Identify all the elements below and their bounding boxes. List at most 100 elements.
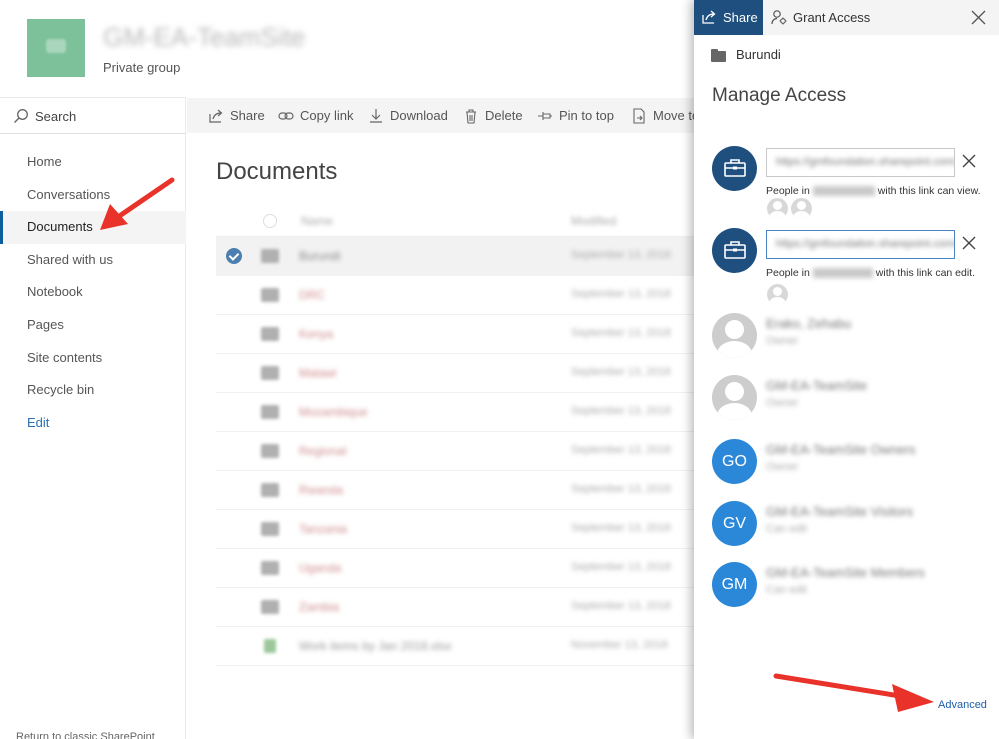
- row-name[interactable]: Malawi: [299, 366, 336, 380]
- table-row[interactable]: Malawi September 13, 2018: [216, 354, 694, 393]
- folder-icon: [261, 249, 279, 263]
- folder-icon: [261, 561, 279, 575]
- nav-item-notebook[interactable]: Notebook: [0, 276, 186, 309]
- table-row[interactable]: DRC September 13, 2018: [216, 276, 694, 315]
- row-name[interactable]: Zambia: [299, 600, 339, 614]
- list-header: Name Modified: [216, 204, 694, 237]
- shared-item-name: Burundi: [736, 47, 781, 62]
- pin-to-top-button[interactable]: Pin to top: [537, 98, 614, 133]
- select-all-checkbox[interactable]: [263, 214, 277, 228]
- row-modified: September 13, 2018: [571, 249, 671, 261]
- link-desc-prefix: People in: [766, 267, 810, 279]
- member-entry[interactable]: Erako, Zehabu Owner: [712, 313, 999, 358]
- row-modified: September 13, 2018: [571, 327, 671, 339]
- link-org-name: [812, 186, 875, 197]
- advanced-link[interactable]: Advanced: [938, 699, 987, 711]
- search-box[interactable]: Search: [0, 97, 186, 134]
- member-role[interactable]: Owner: [766, 461, 798, 473]
- return-classic-link[interactable]: Return to classic SharePoint: [16, 731, 155, 739]
- member-role[interactable]: Owner: [766, 397, 798, 409]
- share-icon: [209, 109, 223, 123]
- person-icon: [791, 198, 812, 219]
- row-name[interactable]: Kenya: [299, 327, 333, 341]
- table-row[interactable]: Work items by Jan 2018.xlsx November 13,…: [216, 627, 694, 666]
- person-icon: [767, 198, 788, 219]
- row-name[interactable]: Rwanda: [299, 483, 343, 497]
- table-row[interactable]: Burundi September 13, 2018: [216, 237, 694, 276]
- member-role[interactable]: Owner: [766, 335, 798, 347]
- link-desc-suffix: with this link can view.: [877, 185, 981, 197]
- tab-grant-access-label: Grant Access: [793, 10, 871, 25]
- column-header-modified[interactable]: Modified: [571, 214, 616, 228]
- row-modified: September 13, 2018: [571, 561, 671, 573]
- sharing-link-field[interactable]: https://gmfoundation.sharepoint.com/...: [766, 148, 955, 177]
- row-name[interactable]: Burundi: [299, 249, 340, 263]
- table-row[interactable]: Zambia September 13, 2018: [216, 588, 694, 627]
- remove-link-icon[interactable]: [962, 236, 976, 250]
- remove-link-icon[interactable]: [962, 154, 976, 168]
- search-icon: [14, 109, 28, 123]
- nav-item-site-contents[interactable]: Site contents: [0, 342, 186, 375]
- table-row[interactable]: Rwanda September 13, 2018: [216, 471, 694, 510]
- delete-button[interactable]: Delete: [463, 98, 523, 133]
- row-name[interactable]: Uganda: [299, 561, 341, 575]
- share-panel: Share Grant Access Burundi Manage Access…: [694, 0, 999, 739]
- row-modified: September 13, 2018: [571, 444, 671, 456]
- tab-share-label: Share: [723, 10, 758, 25]
- table-row[interactable]: Tanzania September 13, 2018: [216, 510, 694, 549]
- table-row[interactable]: Kenya September 13, 2018: [216, 315, 694, 354]
- briefcase-icon: [724, 241, 746, 259]
- row-modified: September 13, 2018: [571, 366, 671, 378]
- nav-item-documents[interactable]: Documents: [0, 211, 186, 244]
- row-name[interactable]: DRC: [299, 288, 325, 302]
- share-icon: [702, 10, 716, 24]
- table-row[interactable]: Uganda September 13, 2018: [216, 549, 694, 588]
- close-icon[interactable]: [971, 10, 986, 25]
- folder-icon: [261, 366, 279, 380]
- avatar: GO: [712, 439, 757, 484]
- member-name: Erako, Zehabu: [766, 316, 852, 331]
- panel-title: Manage Access: [712, 85, 847, 106]
- nav-edit-link[interactable]: Edit: [0, 407, 186, 440]
- nav-item-conversations[interactable]: Conversations: [0, 179, 186, 212]
- member-entry[interactable]: GM GM-EA-TeamSite Members Can edit: [712, 562, 999, 607]
- nav-item-shared-with-us[interactable]: Shared with us: [0, 244, 186, 277]
- nav-item-pages[interactable]: Pages: [0, 309, 186, 342]
- excel-file-icon: [264, 639, 276, 653]
- row-modified: September 13, 2018: [571, 600, 671, 612]
- folder-icon: [711, 49, 726, 62]
- move-to-button[interactable]: Move to: [631, 98, 694, 133]
- folder-icon: [261, 522, 279, 536]
- column-header-name[interactable]: Name: [301, 214, 333, 228]
- search-label: Search: [35, 109, 77, 124]
- nav-item-home[interactable]: Home: [0, 146, 186, 179]
- member-entry[interactable]: GO GM-EA-TeamSite Owners Owner: [712, 439, 999, 484]
- row-name[interactable]: Mozambique: [299, 405, 368, 419]
- download-button[interactable]: Download: [368, 98, 448, 133]
- avatar: [712, 375, 757, 420]
- member-role[interactable]: Can edit: [766, 584, 807, 596]
- table-row[interactable]: Mozambique September 13, 2018: [216, 393, 694, 432]
- link-avatar: [712, 146, 757, 191]
- row-name[interactable]: Work items by Jan 2018.xlsx: [299, 639, 452, 653]
- sharing-link-field[interactable]: https://gmfoundation.sharepoint.com/...: [766, 230, 955, 259]
- member-entry[interactable]: GV GM-EA-TeamSite Visitors Can edit: [712, 501, 999, 546]
- move-icon: [633, 108, 645, 124]
- member-entry[interactable]: GM-EA-TeamSite Owner: [712, 375, 999, 420]
- row-checkmark-icon[interactable]: [226, 248, 242, 264]
- folder-icon: [261, 288, 279, 302]
- member-role[interactable]: Can edit: [766, 523, 807, 535]
- row-name[interactable]: Tanzania: [299, 522, 347, 536]
- tab-share[interactable]: Share: [694, 0, 763, 35]
- row-name[interactable]: Regional: [299, 444, 346, 458]
- nav-item-recycle-bin[interactable]: Recycle bin: [0, 374, 186, 407]
- trash-icon: [466, 109, 476, 124]
- table-row[interactable]: Regional September 13, 2018: [216, 432, 694, 471]
- share-button[interactable]: Share: [208, 98, 265, 133]
- folder-icon: [261, 483, 279, 497]
- site-title[interactable]: GM-EA-TeamSite: [103, 22, 305, 53]
- site-logo[interactable]: [27, 19, 85, 77]
- copy-link-button[interactable]: Copy link: [278, 98, 353, 133]
- sharing-link-url: https://gmfoundation.sharepoint.com/...: [776, 238, 955, 250]
- document-list: Name Modified Burundi September 13, 2018…: [216, 204, 694, 666]
